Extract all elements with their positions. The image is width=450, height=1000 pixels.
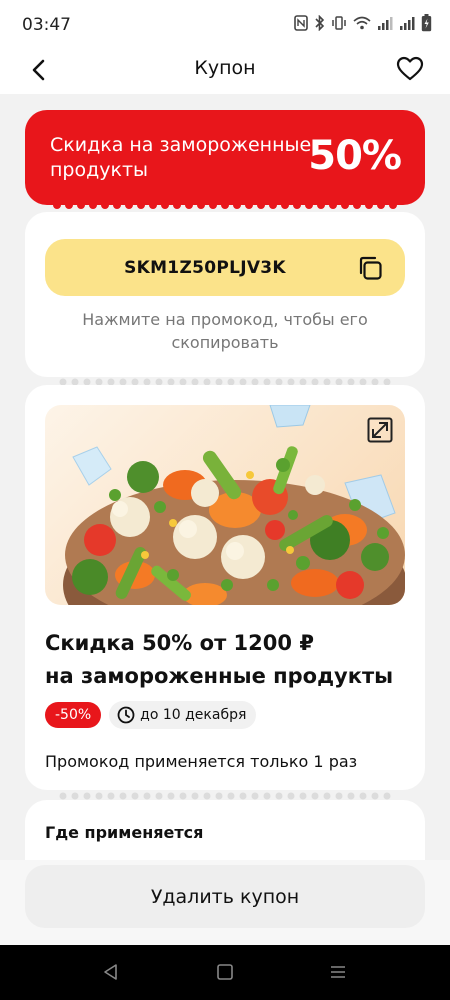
home-square-icon[interactable] <box>215 962 235 982</box>
system-icons <box>294 14 432 37</box>
vibrate-icon <box>331 15 347 36</box>
delete-coupon-button[interactable]: Удалить купон <box>25 865 425 928</box>
offer-badges: -50% до 10 декабря <box>45 701 257 729</box>
status-bar: 03:47 <box>0 0 450 48</box>
bottom-action-bar: Удалить купон <box>0 860 450 945</box>
banner-text: Скидка на замороженные продукты <box>50 134 312 181</box>
back-triangle-icon[interactable] <box>101 962 121 982</box>
copy-icon[interactable] <box>357 255 383 281</box>
status-time: 03:47 <box>22 15 71 35</box>
promo-hint: Нажмите на промокод, чтобы его скопирова… <box>82 310 368 352</box>
expiry-date-text: до 10 декабря <box>140 707 247 723</box>
promo-code-text: SKM1Z50PLJV3K <box>124 258 286 278</box>
promo-code-card: SKM1Z50PLJV3K Нажмите на промокод, чтобы… <box>25 212 425 377</box>
bluetooth-icon <box>314 14 325 36</box>
discount-badge: -50% <box>45 702 102 728</box>
offer-card: Скидка 50% от 1200 ₽ на замороженные про… <box>25 385 425 790</box>
usage-note: Промокод применяется только 1 раз <box>45 752 358 771</box>
clock-icon <box>117 706 135 724</box>
wifi-icon <box>353 16 371 35</box>
page-title: Купон <box>194 57 256 79</box>
nfc-icon <box>294 15 308 36</box>
expand-icon[interactable] <box>367 417 393 443</box>
offer-title-line-1: Скидка 50% от 1200 ₽ <box>45 631 314 655</box>
where-applies-title: Где применяется <box>45 823 204 842</box>
expiry-badge: до 10 декабря <box>109 701 257 729</box>
discount-banner: Скидка на замороженные продукты 50% <box>25 110 425 205</box>
signal-icon <box>399 16 415 35</box>
frozen-vegetables-image <box>63 405 405 605</box>
offer-image[interactable] <box>45 405 405 605</box>
heart-outline-icon[interactable] <box>396 55 424 83</box>
banner-percent: 50% <box>308 133 402 179</box>
menu-lines-icon[interactable] <box>328 962 348 982</box>
promo-code-button[interactable]: SKM1Z50PLJV3K <box>45 239 405 296</box>
app-header: Купон <box>0 48 450 94</box>
battery-charging-icon <box>421 14 432 37</box>
signal-icon <box>377 16 393 35</box>
system-navigation-bar <box>0 945 450 1000</box>
offer-title: Скидка 50% от 1200 ₽ на замороженные про… <box>45 627 405 693</box>
offer-title-line-2: на замороженные продукты <box>45 664 394 688</box>
